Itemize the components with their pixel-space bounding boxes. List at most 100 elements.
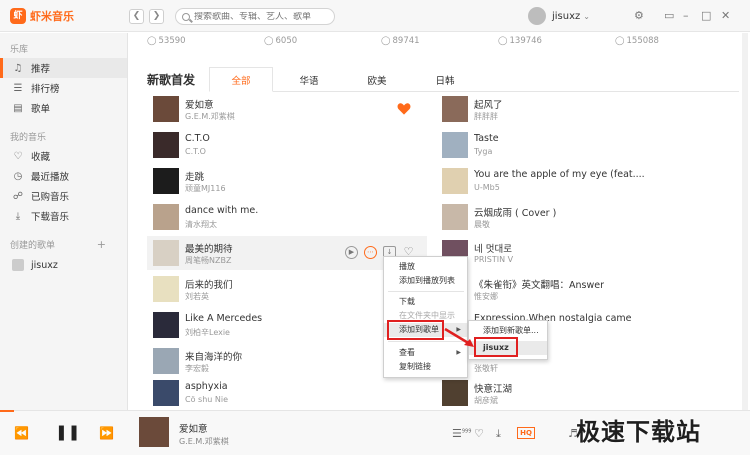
now-playing-title[interactable]: 爱如意 (179, 421, 208, 435)
album-cover[interactable] (442, 96, 468, 122)
song-row[interactable]: Taste Tyga (436, 128, 736, 162)
previous-icon[interactable]: ⏪ (14, 426, 29, 440)
forward-button[interactable]: ❯ (149, 9, 164, 24)
song-artist[interactable]: 惟安娜 (474, 291, 498, 302)
album-cover[interactable] (153, 276, 179, 302)
song-title[interactable]: 走跳 (185, 169, 204, 183)
chevron-down-icon[interactable]: ⌄ (583, 12, 590, 21)
next-icon[interactable]: ⏩ (99, 426, 114, 440)
avatar[interactable] (528, 7, 546, 25)
song-title[interactable]: Taste (474, 133, 499, 144)
minimize-icon[interactable]: – (683, 9, 689, 22)
album-cover[interactable] (153, 380, 179, 406)
add-playlist-button[interactable]: + (97, 238, 106, 251)
tab-chinese[interactable]: 华语 (279, 73, 339, 87)
song-title[interactable]: You are the apple of my eye (feat.... (474, 169, 645, 180)
close-icon[interactable]: ✕ (721, 9, 730, 22)
settings-gear-icon[interactable]: ⚙ (634, 9, 644, 22)
song-title[interactable]: Like A Mercedes (185, 313, 262, 324)
album-cover[interactable] (442, 168, 468, 194)
menu-item-new-playlist[interactable]: 添加到新歌单... (469, 324, 547, 338)
song-artist[interactable]: 清水翔太 (185, 219, 217, 230)
album-cover[interactable] (153, 348, 179, 374)
sidebar-item-favorites[interactable]: ♡ 收藏 (0, 146, 127, 166)
song-artist[interactable]: G.E.M.邓紫棋 (185, 111, 235, 122)
song-title[interactable]: dance with me. (185, 205, 258, 216)
song-title[interactable]: 起风了 (474, 97, 503, 111)
song-artist[interactable]: 周笔畅NZBZ (185, 255, 231, 266)
song-row[interactable]: 走跳 顽童MJ116 (147, 164, 427, 198)
comment-icon[interactable]: ☰999 (452, 427, 471, 440)
search-box[interactable] (175, 8, 335, 25)
song-artist[interactable]: Cö shu Nie (185, 395, 228, 404)
song-artist[interactable]: 刘若英 (185, 291, 209, 302)
song-title[interactable]: C.T.O (185, 133, 210, 144)
song-title[interactable]: 后来的我们 (185, 277, 233, 291)
app-logo[interactable]: 虾 虾米音乐 (10, 8, 74, 24)
album-cover[interactable] (153, 168, 179, 194)
album-cover[interactable] (442, 204, 468, 230)
song-title[interactable]: 云烟成雨 ( Cover ) (474, 205, 556, 219)
menu-item-play[interactable]: 播放 (384, 260, 467, 274)
song-artist[interactable]: 张敬轩 (474, 363, 498, 374)
heart-outline-icon[interactable]: ♡ (474, 427, 484, 440)
album-cover[interactable] (442, 380, 468, 406)
tab-all[interactable]: 全部 (211, 73, 271, 87)
song-row[interactable]: 起风了 胖胖胖 (436, 92, 736, 126)
song-artist[interactable]: U-Mb5 (474, 183, 500, 192)
menu-item-copy-link[interactable]: 复制链接 (384, 360, 467, 374)
sidebar-item-purchased[interactable]: ☍ 已购音乐 (0, 186, 127, 206)
song-row[interactable]: You are the apple of my eye (feat.... U-… (436, 164, 736, 198)
scrollbar[interactable] (742, 33, 748, 410)
song-title[interactable]: 《朱雀衔》英文翻唱：Answer (474, 277, 604, 291)
play-icon[interactable]: ▶ (345, 246, 358, 259)
song-artist[interactable]: 顽童MJ116 (185, 183, 226, 194)
song-artist[interactable]: 晨敬 (474, 219, 490, 230)
sidebar-item-playlist-jisuxz[interactable]: jisuxz (0, 255, 127, 275)
song-artist[interactable]: PRISTIN V (474, 255, 513, 264)
sidebar-item-downloads[interactable]: ⤓ 下载音乐 (0, 206, 127, 226)
song-row[interactable]: 快意江湖 胡彦斌 (436, 376, 736, 410)
album-cover[interactable] (153, 96, 179, 122)
song-title[interactable]: 快意江湖 (474, 381, 512, 395)
now-playing-cover[interactable] (139, 417, 169, 447)
album-cover[interactable] (153, 204, 179, 230)
album-cover[interactable] (153, 132, 179, 158)
song-row[interactable]: 《朱雀衔》英文翻唱：Answer 惟安娜 (436, 272, 736, 306)
heart-filled-icon[interactable] (397, 102, 411, 116)
song-title[interactable]: 네 멋대로 (474, 241, 512, 255)
song-artist[interactable]: 胡彦斌 (474, 395, 498, 406)
tab-western[interactable]: 欧美 (347, 73, 407, 87)
song-artist[interactable]: 刘柏辛Lexie (185, 327, 230, 338)
user-name[interactable]: jisuxz (552, 11, 580, 22)
download-icon[interactable]: ⤓ (496, 427, 501, 441)
sidebar-item-recommend[interactable]: ♫ 推荐 (0, 58, 127, 78)
maximize-icon[interactable]: □ (701, 9, 711, 22)
pause-icon[interactable]: ❚❚ (55, 423, 80, 441)
song-row[interactable]: 네 멋대로 PRISTIN V (436, 236, 736, 270)
song-row[interactable]: dance with me. 清水翔太 (147, 200, 427, 234)
progress-bar[interactable] (0, 410, 14, 412)
now-playing-artist[interactable]: G.E.M.邓紫棋 (179, 436, 229, 447)
song-title[interactable]: 爱如意 (185, 97, 214, 111)
song-title[interactable]: asphyxia (185, 381, 228, 392)
more-options-icon[interactable]: ⋯ (364, 246, 377, 259)
song-title[interactable]: 最美的期待 (185, 241, 233, 255)
song-row[interactable]: asphyxia Cö shu Nie (147, 376, 427, 410)
user-menu[interactable]: jisuxz ⌄ (528, 7, 590, 25)
song-row[interactable]: 爱如意 G.E.M.邓紫棋 (147, 92, 427, 126)
song-row[interactable]: C.T.O C.T.O (147, 128, 427, 162)
song-artist[interactable]: Tyga (474, 147, 492, 156)
menu-item-add-to-queue[interactable]: 添加到播放列表 (384, 274, 467, 288)
sidebar-item-recent[interactable]: ◷ 最近播放 (0, 166, 127, 186)
song-artist[interactable]: 胖胖胖 (474, 111, 498, 122)
song-row[interactable]: 云烟成雨 ( Cover ) 晨敬 (436, 200, 736, 234)
back-button[interactable]: ❮ (129, 9, 144, 24)
song-title[interactable]: 来自海洋的你 (185, 349, 242, 363)
sidebar-item-ranking[interactable]: ☰ 排行榜 (0, 78, 127, 98)
minimode-icon[interactable]: ▭ (664, 9, 674, 22)
song-artist[interactable]: C.T.O (185, 147, 206, 156)
song-artist[interactable]: 李宏毅 (185, 363, 209, 374)
album-cover[interactable] (153, 312, 179, 338)
sidebar-item-playlists[interactable]: ▤ 歌单 (0, 98, 127, 118)
